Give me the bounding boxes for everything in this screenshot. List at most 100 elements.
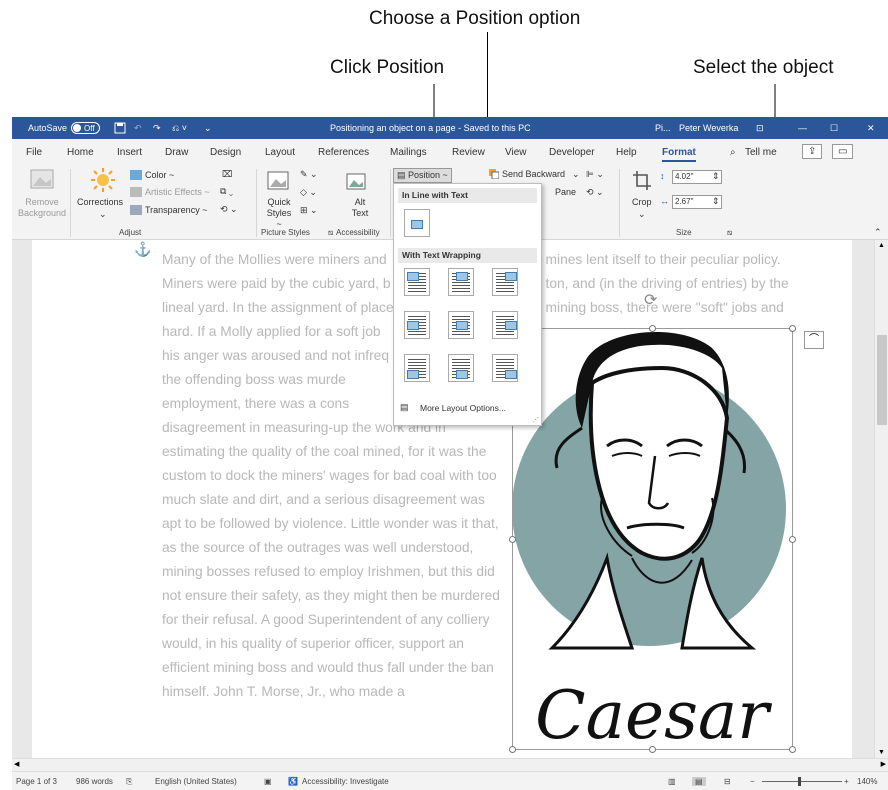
language-status[interactable]: English (United States) [155,777,237,786]
undo-icon[interactable]: ↶ [134,117,142,139]
scroll-down-icon[interactable]: ▼ [878,749,885,756]
autosave-toggle[interactable]: Off [71,122,100,134]
corrections-button[interactable]: Corrections [77,197,123,207]
rotate-handle-icon[interactable]: ⟳ [644,290,657,310]
tab-home[interactable]: Home [67,147,94,158]
scroll-thumb[interactable] [877,335,887,425]
height-spinner-icon[interactable]: ⇕ [712,171,720,182]
position-option[interactable] [404,311,430,339]
maximize-button[interactable]: ☐ [830,117,838,139]
dialog-launcher-icon[interactable]: ⧅ [328,228,333,238]
alt-text-button[interactable]: Alt Text [350,197,370,219]
close-button[interactable]: ✕ [867,117,875,139]
resize-handle[interactable] [789,325,796,332]
horizontal-scrollbar[interactable]: ◀ ▶ [12,758,888,771]
focus-icon[interactable]: ▣ [264,777,272,786]
selection-pane-button[interactable]: Pane [555,187,576,197]
tab-references[interactable]: References [318,147,369,158]
reset-picture-icon[interactable]: ⟲ ⌄ [220,204,238,215]
scroll-left-icon[interactable]: ◀ [14,760,19,768]
tab-design[interactable]: Design [210,147,241,158]
position-option[interactable] [404,354,430,382]
color-button[interactable]: Color ~ [145,170,174,180]
tab-mailings[interactable]: Mailings [390,147,427,158]
more-layout-options[interactable]: More Layout Options... [420,403,506,413]
position-option[interactable] [492,311,518,339]
zoom-slider[interactable] [762,781,842,782]
text-line: the offending boss was murde [162,372,346,387]
resize-handle[interactable] [789,536,796,543]
accessibility-status[interactable]: Accessibility: Investigate [302,777,389,786]
touch-mode-icon[interactable]: ⎌ ˅ [172,117,187,139]
resize-grip-icon[interactable]: ⋰ [532,416,539,424]
layout-options-icon[interactable]: ⌒ [804,331,824,349]
tab-review[interactable]: Review [452,147,485,158]
tell-me-search[interactable]: Tell me [745,147,777,158]
align-icon[interactable]: ⊫ ⌄ [586,169,604,180]
resize-handle[interactable] [649,325,656,332]
position-button[interactable]: ▤ Position ~ [393,168,452,183]
send-backward-dropdown-icon[interactable]: ⌄ [572,169,580,180]
resize-handle[interactable] [649,746,656,753]
crop-button[interactable]: Crop [632,197,652,207]
position-inline-option[interactable] [404,209,430,237]
resize-handle[interactable] [509,746,516,753]
artistic-effects-button[interactable]: Artistic Effects ~ [145,187,210,197]
picture-border-icon[interactable]: ✎ ⌄ [300,169,318,180]
width-spinner-icon[interactable]: ⇕ [712,196,720,207]
quick-styles-button[interactable]: Quick Styles ~ [263,197,295,230]
tab-help[interactable]: Help [616,147,637,158]
tab-draw[interactable]: Draw [165,147,188,158]
collapse-ribbon-icon[interactable]: ⌃ [874,227,882,238]
accessibility-icon[interactable]: ♿ [288,777,298,786]
zoom-slider-thumb[interactable] [798,777,801,786]
user-name[interactable]: Peter Weverka [679,117,738,139]
share-icon[interactable]: ⇪ [802,144,823,159]
tab-insert[interactable]: Insert [117,147,142,158]
resize-handle[interactable] [509,536,516,543]
comments-icon[interactable]: ▭ [832,144,854,159]
page-count[interactable]: Page 1 of 3 [16,777,57,786]
customize-qat-icon[interactable]: ⌄ [204,117,212,139]
read-mode-icon[interactable]: ▥ [668,777,676,786]
picture-layout-icon[interactable]: ⊞ ⌄ [300,205,318,216]
tab-file[interactable]: File [26,147,42,158]
tab-developer[interactable]: Developer [549,147,595,158]
picture-effects-icon[interactable]: ◇ ⌄ [300,187,317,198]
position-option[interactable] [448,268,474,296]
rotate-icon[interactable]: ⟲ ⌄ [586,187,604,198]
print-layout-icon[interactable]: ▤ [692,777,706,786]
position-option[interactable] [404,268,430,296]
zoom-level[interactable]: 140% [857,777,877,786]
change-picture-icon[interactable]: ⧉ ⌄ [220,186,233,197]
vertical-scrollbar[interactable]: ▲ ▼ [874,240,888,758]
scroll-right-icon[interactable]: ▶ [881,760,886,768]
zoom-in-icon[interactable]: + [844,777,849,786]
word-count[interactable]: 986 words [76,777,113,786]
position-option[interactable] [492,354,518,382]
send-backward-button[interactable]: Send Backward [502,169,565,179]
resize-handle[interactable] [789,746,796,753]
zoom-out-icon[interactable]: − [750,777,755,786]
tab-layout[interactable]: Layout [265,147,295,158]
size-dialog-launcher-icon[interactable]: ⧅ [727,228,732,238]
position-option[interactable] [492,268,518,296]
save-icon[interactable] [114,117,126,139]
position-option[interactable] [448,311,474,339]
position-option[interactable] [448,354,474,382]
minimize-button[interactable]: — [798,117,807,139]
redo-icon[interactable]: ↷ [153,117,161,139]
transparency-button[interactable]: Transparency ~ [145,205,207,215]
proofing-icon[interactable]: ⎘ [126,777,132,787]
crop-dropdown-icon[interactable]: ⌄ [638,209,646,220]
tab-view[interactable]: View [505,147,527,158]
remove-background-button[interactable]: Remove Background [16,197,68,219]
ribbon-display-icon[interactable]: ⊡ [756,117,764,139]
web-layout-icon[interactable]: ⊟ [724,777,731,786]
search-icon[interactable]: ⌕ [730,147,736,158]
corrections-dropdown-icon[interactable]: ⌄ [99,209,107,220]
tab-format[interactable]: Format [662,147,696,162]
compress-pictures-icon[interactable]: ⌧ [222,169,232,180]
pi-label[interactable]: Pi... [655,117,671,139]
scroll-up-icon[interactable]: ▲ [878,242,885,249]
